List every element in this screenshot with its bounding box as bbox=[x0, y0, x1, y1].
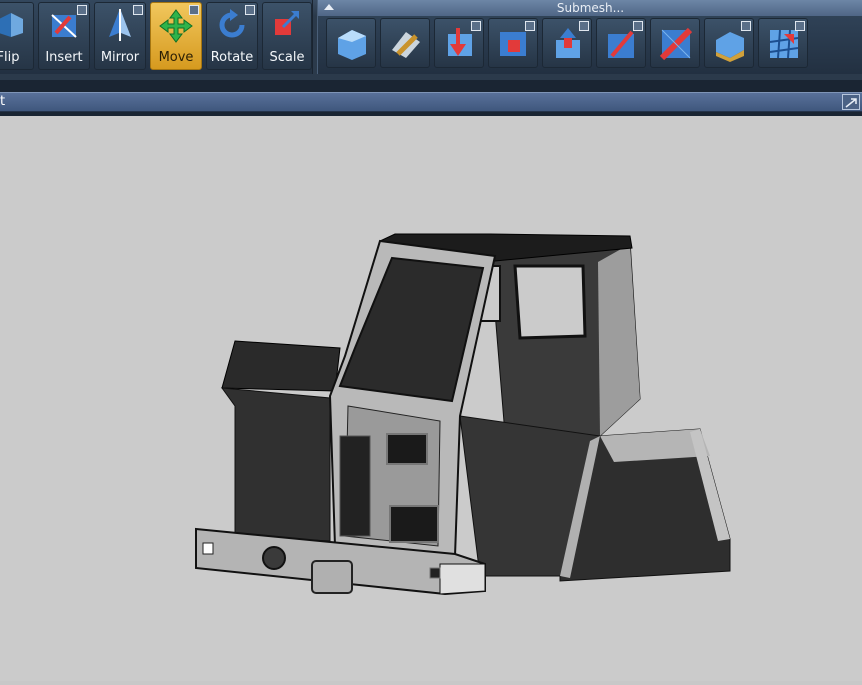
submesh-push-options-icon[interactable] bbox=[471, 21, 481, 31]
bumper-light-left bbox=[202, 542, 214, 555]
submesh-split-icon bbox=[500, 32, 526, 56]
scale-icon bbox=[275, 11, 299, 35]
submesh-bevel-icon bbox=[716, 32, 744, 62]
submesh-tool-group: Submesh... bbox=[317, 0, 862, 74]
mirror-options-icon[interactable] bbox=[133, 5, 143, 15]
submesh-split-options-icon[interactable] bbox=[525, 21, 535, 31]
move-icon bbox=[159, 9, 193, 43]
transform-tool-group: Flip Insert Mirror Move Rotate Scale bbox=[0, 0, 313, 74]
move-label: Move bbox=[158, 50, 194, 65]
mirror-icon bbox=[109, 9, 131, 41]
front-lower-opening bbox=[389, 505, 439, 543]
mirror-button[interactable]: Mirror bbox=[94, 2, 146, 70]
rotate-icon bbox=[219, 9, 245, 38]
submesh-extrude-options-icon[interactable] bbox=[579, 21, 589, 31]
submesh-bevel-options-icon[interactable] bbox=[741, 21, 751, 31]
bumper-horn bbox=[262, 546, 286, 570]
submesh-shell-icon bbox=[338, 30, 366, 60]
submesh-title: Submesh... bbox=[556, 1, 625, 15]
submesh-cut-button[interactable] bbox=[596, 18, 646, 68]
rotate-button[interactable]: Rotate bbox=[206, 2, 258, 70]
viewport-title-bar: t bbox=[0, 92, 862, 112]
rotate-options-icon[interactable] bbox=[245, 5, 255, 15]
submesh-group-header[interactable]: Submesh... bbox=[318, 0, 862, 16]
ribbon: Flip Insert Mirror Move Rotate Scale Sub… bbox=[0, 0, 862, 80]
viewport-title: t bbox=[0, 94, 6, 109]
submesh-bevel-button[interactable] bbox=[704, 18, 754, 68]
front-side-opening bbox=[339, 435, 371, 537]
submesh-extrude-button[interactable] bbox=[542, 18, 592, 68]
scale-label: Scale bbox=[269, 50, 305, 65]
move-options-icon[interactable] bbox=[189, 5, 199, 15]
submesh-extrude-icon bbox=[556, 28, 580, 58]
submesh-grid-icon bbox=[769, 29, 799, 59]
cab-side-panel bbox=[598, 244, 640, 436]
submesh-grid-options-icon[interactable] bbox=[795, 21, 805, 31]
submesh-push-icon bbox=[448, 28, 472, 56]
maximize-icon bbox=[845, 98, 857, 108]
submesh-cut-icon bbox=[608, 30, 634, 58]
bumper-light-right bbox=[429, 567, 441, 579]
truck-cab-model[interactable] bbox=[0, 116, 862, 681]
submesh-push-button[interactable] bbox=[434, 18, 484, 68]
submesh-cut-options-icon[interactable] bbox=[633, 21, 643, 31]
3d-viewport[interactable] bbox=[0, 116, 862, 681]
submesh-split-button[interactable] bbox=[488, 18, 538, 68]
submesh-brush-button[interactable] bbox=[380, 18, 430, 68]
insert-icon bbox=[51, 14, 77, 38]
mirror-label: Mirror bbox=[100, 50, 140, 65]
hood-side bbox=[220, 387, 331, 542]
submesh-triangulate-button[interactable] bbox=[650, 18, 700, 68]
insert-button[interactable]: Insert bbox=[38, 2, 90, 70]
maximize-viewport-button[interactable] bbox=[842, 94, 860, 110]
license-plate-mount bbox=[311, 560, 353, 594]
insert-options-icon[interactable] bbox=[77, 5, 87, 15]
scale-button[interactable]: Scale bbox=[262, 2, 312, 70]
front-vent bbox=[386, 433, 428, 465]
insert-label: Insert bbox=[45, 50, 83, 65]
submesh-grid-button[interactable] bbox=[758, 18, 808, 68]
submesh-triangulate-icon bbox=[659, 27, 693, 61]
hood-top bbox=[221, 340, 341, 392]
bumper-end-cap bbox=[439, 563, 486, 595]
rotate-label: Rotate bbox=[210, 50, 254, 65]
move-button[interactable]: Move bbox=[150, 2, 202, 70]
flip-label: Flip bbox=[0, 50, 20, 65]
submesh-shell-button[interactable] bbox=[326, 18, 376, 68]
flip-icon bbox=[0, 13, 23, 37]
submesh-brush-icon bbox=[392, 32, 420, 58]
collapse-arrow-icon[interactable] bbox=[324, 4, 334, 10]
flip-button[interactable]: Flip bbox=[0, 2, 34, 70]
cab-rear-window bbox=[513, 264, 587, 340]
